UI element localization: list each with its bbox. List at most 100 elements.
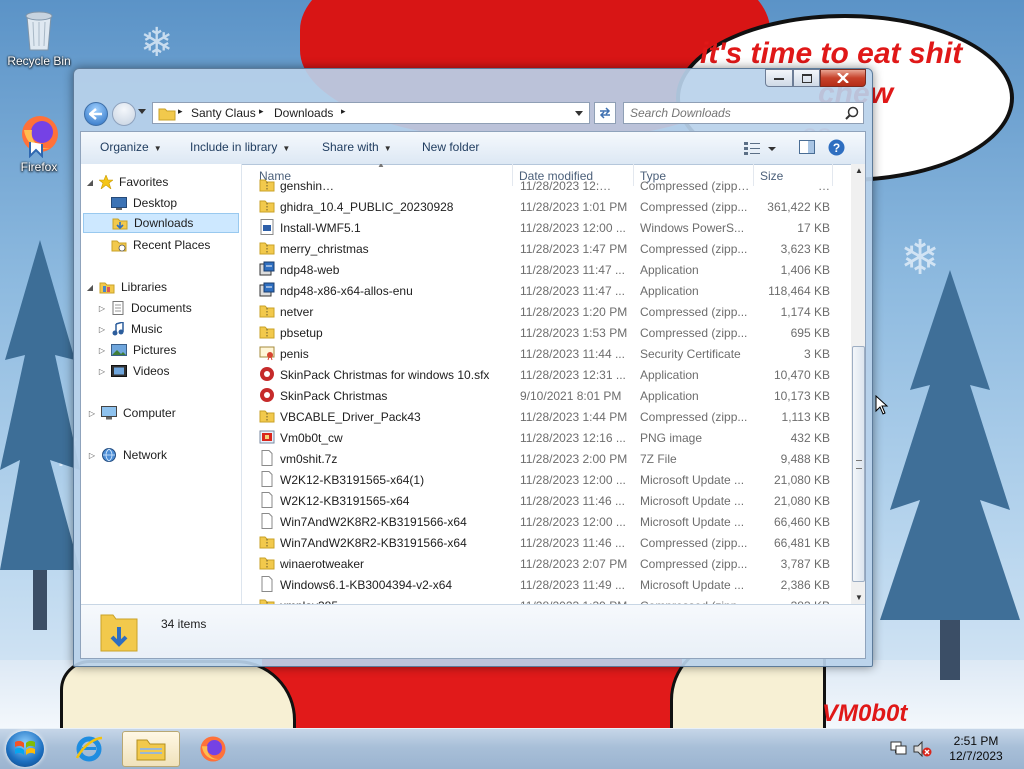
expand-arrow-icon[interactable]: ▷ [87,451,97,460]
nav-libraries[interactable]: ◢ Libraries [85,277,167,297]
file-row[interactable]: genshin… 11/28/2023 12:… Compressed (zipp…… [250,175,846,196]
file-size: 3,623 KB [780,242,830,256]
file-row[interactable]: ghidra_10.4_PUBLIC_20230928 11/28/2023 1:… [250,196,846,217]
breadcrumb-item[interactable]: Santy Claus [191,106,256,120]
nav-music[interactable]: ▷ Music [97,319,162,339]
address-bar[interactable]: ▸ Santy Claus ▸ Downloads ▸ [152,102,590,124]
search-icon[interactable] [845,106,859,120]
file-row[interactable]: merry_christmas 11/28/2023 1:47 PM Compres… [250,238,846,259]
change-view-button[interactable] [744,141,778,155]
expand-arrow-icon[interactable]: ▷ [97,304,107,313]
powershell-file-icon [259,219,275,238]
new-folder-button[interactable]: New folder [422,140,479,154]
vertical-scrollbar[interactable]: ▲ ▼ [851,164,865,604]
breadcrumb-separator-icon[interactable]: ▸ [259,106,264,117]
expand-arrow-icon[interactable]: ▷ [87,409,97,418]
taskbar-windows-explorer[interactable] [122,731,180,767]
collapse-arrow-icon[interactable]: ◢ [85,178,95,187]
scroll-down-arrow-icon[interactable]: ▼ [851,593,865,602]
file-row[interactable]: ndp48-web 11/28/2023 11:47 ... Application… [250,259,846,280]
file-row[interactable]: xmplay38511/28/2023 1:39 PMCompressed (z… [250,595,846,604]
view-details-icon [744,142,760,155]
explorer-window[interactable]: ▸ Santy Claus ▸ Downloads ▸ Organize ▼ In… [73,68,873,667]
window-caption-buttons [765,69,866,87]
back-button[interactable] [84,102,108,126]
nav-recent-places[interactable]: Recent Places [107,235,210,255]
start-button[interactable] [6,731,44,767]
maximize-button[interactable] [793,69,820,87]
close-icon [837,73,849,83]
file-row[interactable]: winaerotweaker 11/28/2023 2:07 PM Compress… [250,553,846,574]
nav-downloads[interactable]: Downloads [83,213,239,233]
network-tray-icon[interactable] [890,741,908,757]
taskbar-firefox[interactable] [184,731,242,767]
desktop-icon-recycle-bin[interactable]: Recycle Bin [4,6,74,68]
chevron-down-icon: ▼ [153,144,162,153]
command-bar: Organize ▼ Include in library ▼ Share with… [81,132,865,165]
downloads-folder-large-icon [100,614,138,652]
breadcrumb-separator-icon[interactable]: ▸ [341,106,346,117]
nav-computer[interactable]: ▷ Computer [87,403,176,423]
close-button[interactable] [820,69,866,87]
breadcrumb-item[interactable]: Downloads [274,106,333,120]
refresh-button[interactable] [594,102,616,124]
expand-arrow-icon[interactable]: ▷ [97,325,107,334]
share-with-button[interactable]: Share with ▼ [322,140,392,154]
file-row[interactable]: SkinPack Christmas for windows 10.sfx 11/… [250,364,846,385]
file-row[interactable]: vm0shit.7z 11/28/2023 2:00 PM 7Z File 9,488… [250,448,846,469]
breadcrumb-separator-icon[interactable]: ▸ [178,106,183,117]
snowy-tree-left [0,240,80,630]
search-box[interactable] [623,102,864,124]
file-name: SkinPack Christmas for windows 10.sfx [280,368,490,382]
desktop-icon-firefox[interactable]: Firefox [4,112,74,174]
file-row[interactable]: ndp48-x86-x64-allos-enu 11/28/2023 11:47 … [250,280,846,301]
file-date-modified: 11/28/2023 12:16 ... [520,431,626,445]
file-row[interactable]: Win7AndW2K8R2-KB3191566-x64 11/28/2023 11… [250,532,846,553]
nav-pictures[interactable]: ▷ Pictures [97,340,176,360]
file-row[interactable]: pbsetup 11/28/2023 1:53 PM Compressed (zip… [250,322,846,343]
taskbar-internet-explorer[interactable] [60,731,118,767]
file-row[interactable]: penis 11/28/2023 11:44 ... Security Certif… [250,343,846,364]
address-dropdown-icon[interactable] [575,111,583,117]
include-in-library-button[interactable]: Include in library ▼ [190,140,290,154]
file-row[interactable]: netver 11/28/2023 1:20 PM Compressed (zipp… [250,301,846,322]
file-type: Compressed (zipp... [640,242,748,256]
organize-button[interactable]: Organize ▼ [100,140,162,154]
file-row[interactable]: W2K12-KB3191565-x64 11/28/2023 11:46 ... M… [250,490,846,511]
file-row[interactable]: Windows6.1-KB3004394-v2-x64 11/28/2023 11… [250,574,846,595]
file-name: Install-WMF5.1 [280,221,361,235]
nav-desktop[interactable]: Desktop [107,193,177,213]
file-size: 3 KB [803,347,830,361]
preview-pane-icon[interactable] [799,140,815,154]
scroll-up-arrow-icon[interactable]: ▲ [851,166,865,175]
file-size: 432 KB [790,431,830,445]
scrollbar-thumb[interactable] [852,346,865,582]
file-date-modified: 11/28/2023 1:01 PM [520,200,628,214]
file-type: Microsoft Update ... [640,473,745,487]
expand-arrow-icon[interactable]: ▷ [97,346,107,355]
forward-button[interactable] [112,102,136,126]
expand-arrow-icon[interactable]: ▷ [97,367,107,376]
file-type: Compressed (zipp... [640,410,748,424]
search-input[interactable] [630,105,835,121]
nav-favorites[interactable]: ◢ Favorites [85,172,168,192]
file-row[interactable]: VBCABLE_Driver_Pack43 11/28/2023 1:44 PM C… [250,406,846,427]
nav-videos[interactable]: ▷ Videos [97,361,170,381]
volume-muted-icon[interactable] [913,741,933,757]
history-dropdown-icon[interactable] [138,109,146,115]
file-size: 1,406 KB [780,263,830,277]
help-icon[interactable]: ? [828,139,845,156]
nav-documents[interactable]: ▷ Documents [97,298,192,318]
minimize-button[interactable] [765,69,793,87]
collapse-arrow-icon[interactable]: ◢ [85,283,95,292]
file-row[interactable]: Win7AndW2K8R2-KB3191566-x64 11/28/2023 12… [250,511,846,532]
downloads-folder-icon [112,218,128,230]
nav-network[interactable]: ▷ Network [87,445,167,465]
file-row[interactable]: SkinPack Christmas 9/10/2021 8:01 PM Appli… [250,385,846,406]
file-row[interactable]: W2K12-KB3191565-x64(1) 11/28/2023 12:00 .… [250,469,846,490]
file-row[interactable]: Install-WMF5.1 11/28/2023 12:00 ... Window… [250,217,846,238]
system-clock[interactable]: 2:51 PM 12/7/2023 [936,734,1016,764]
file-row[interactable]: Vm0b0t_cw 11/28/2023 12:16 ... PNG image 43… [250,427,846,448]
file-type: Compressed (zipp… [640,179,750,193]
blank-file-icon [259,471,275,490]
